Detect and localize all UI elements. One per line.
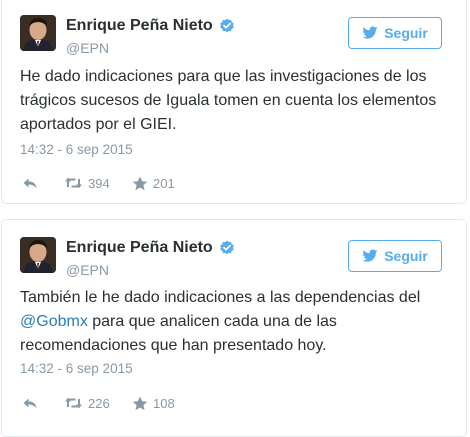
author-info[interactable]: Enrique Peña Nieto @EPN (66, 238, 235, 278)
retweet-button[interactable]: 394 (64, 176, 132, 191)
retweet-count: 226 (88, 395, 110, 411)
avatar[interactable] (20, 15, 56, 51)
follow-button-label: Seguir (384, 25, 428, 41)
author-info[interactable]: Enrique Peña Nieto @EPN (66, 16, 235, 56)
follow-button[interactable]: Seguir (348, 240, 442, 272)
retweet-icon (65, 177, 82, 189)
twitter-bird-icon (362, 26, 378, 39)
verified-badge-icon (219, 240, 234, 255)
tweet-text-body: También le he dado indicaciones a las de… (20, 289, 421, 306)
twitter-bird-icon (362, 249, 378, 262)
retweet-icon (65, 397, 82, 409)
follow-button[interactable]: Seguir (348, 17, 442, 49)
retweet-count: 394 (88, 175, 110, 191)
favorite-count: 201 (153, 175, 175, 191)
author-name[interactable]: Enrique Peña Nieto (66, 17, 213, 35)
reply-button[interactable] (22, 396, 64, 410)
reply-button[interactable] (22, 176, 64, 190)
reply-icon (23, 178, 37, 188)
tweet-timestamp[interactable]: 14:32 - 6 sep 2015 (20, 142, 133, 157)
tweet-card: Enrique Peña Nieto @EPN Seguir También l… (1, 219, 467, 437)
author-handle: @EPN (66, 262, 109, 278)
tweet-text: También le he dado indicaciones a las de… (20, 286, 450, 358)
avatar[interactable] (20, 237, 56, 273)
tweet-card: Enrique Peña Nieto @EPN Seguir He dado i… (1, 0, 467, 204)
tweet-actions: 226 108 (22, 394, 192, 412)
tweet-actions: 394 201 (22, 174, 192, 192)
favorite-count: 108 (153, 395, 175, 411)
tweet-text-body: He dado indicaciones para que las invest… (20, 68, 437, 133)
avatar-portrait (20, 237, 56, 273)
retweet-button[interactable]: 226 (64, 396, 132, 411)
author-name[interactable]: Enrique Peña Nieto (66, 239, 213, 257)
tweet-timestamp[interactable]: 14:32 - 6 sep 2015 (20, 361, 133, 376)
reply-icon (23, 398, 37, 408)
star-icon (132, 176, 148, 190)
author-handle: @EPN (66, 40, 109, 56)
favorite-button[interactable]: 201 (132, 176, 192, 191)
avatar-portrait (20, 15, 56, 51)
mention-link[interactable]: @Gobmx (20, 313, 88, 330)
star-icon (132, 396, 148, 410)
favorite-button[interactable]: 108 (132, 396, 192, 411)
verified-badge-icon (219, 18, 234, 33)
follow-button-label: Seguir (384, 248, 428, 264)
tweet-text: He dado indicaciones para que las invest… (20, 65, 450, 137)
